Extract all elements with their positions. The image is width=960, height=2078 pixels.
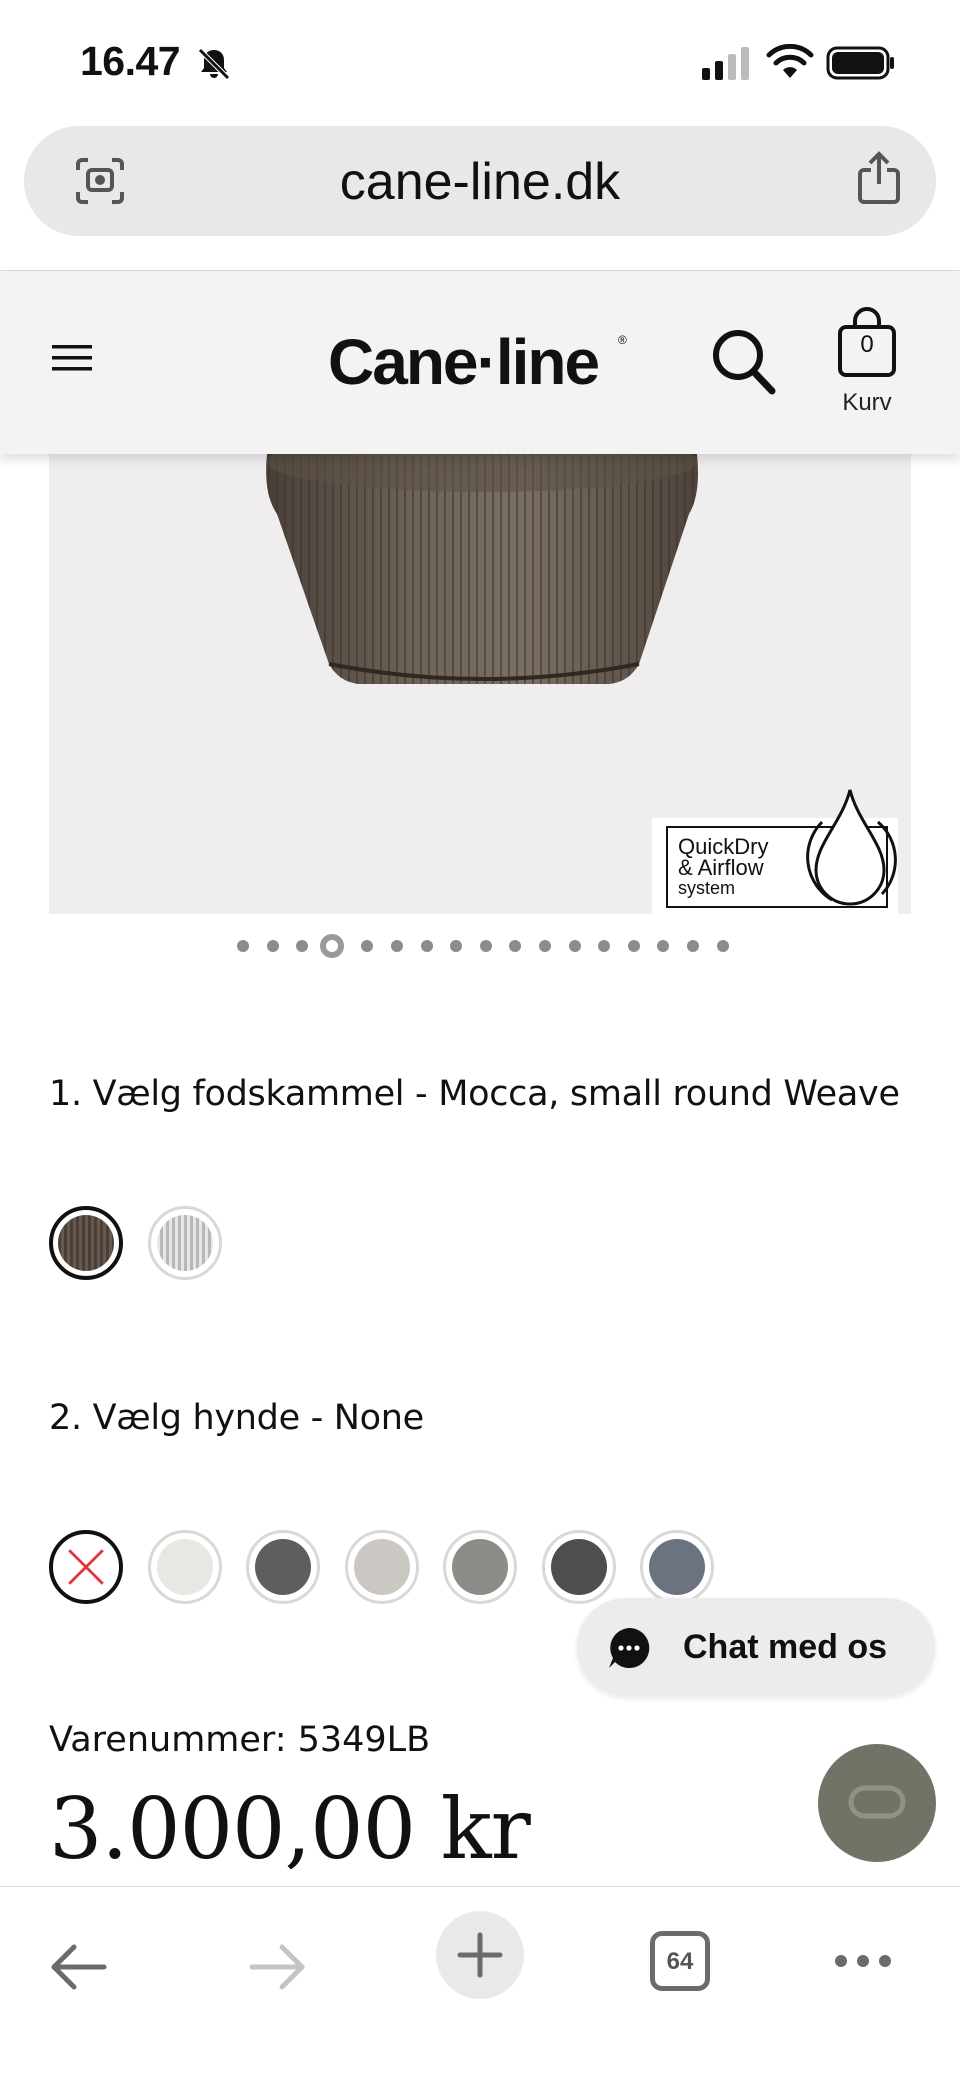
assistant-button[interactable] [818,1744,936,1862]
forward-icon[interactable] [248,1939,308,1995]
address-bar[interactable]: cane-line.dk [24,126,936,236]
option-cushion-title: 2. Vælg hynde - None [49,1398,424,1438]
status-time: 16.47 [80,38,181,84]
search-icon[interactable] [710,327,778,397]
swatch-color [353,1539,410,1595]
carousel-dot[interactable] [598,940,611,952]
carousel-dot[interactable] [450,940,463,952]
swatch-mid-grey[interactable] [443,1530,517,1604]
swatch-color [58,1215,114,1271]
badge-line-2: & Airflow [678,855,764,880]
site-header: Cane·line ® 0 Kurv [0,270,960,454]
cellular-signal-icon [702,47,749,80]
carousel-dot[interactable] [568,940,581,952]
carousel-dot[interactable] [657,940,670,952]
swatch-color [550,1539,607,1595]
site-logo[interactable]: Cane·line [328,325,600,399]
carousel-dot[interactable] [237,940,249,952]
swatch-charcoal[interactable] [541,1530,616,1604]
url-text[interactable]: cane-line.dk [24,152,936,212]
carousel-dots[interactable] [0,934,960,958]
carousel-dot[interactable] [509,940,522,952]
badge-line-1: QuickDry [678,834,769,859]
back-icon[interactable] [48,1939,108,1995]
none-x-icon [68,1549,104,1585]
carousel-dot[interactable] [479,940,492,952]
carousel-dot[interactable] [296,940,309,952]
tabs-count: 64 [666,1948,694,1975]
price: 3.000,00 kr [49,1780,531,1878]
battery-icon [826,46,894,80]
swatch-white-grey-weave[interactable] [147,1206,222,1280]
water-drop-icon [806,789,897,906]
swatch-blue-grey[interactable] [640,1530,714,1604]
carousel-dot[interactable] [420,940,433,952]
cart-label[interactable]: Kurv [820,389,914,417]
sku: Varenummer: 5349LB [49,1720,431,1760]
product-image[interactable]: QuickDry & Airflow system [49,454,911,914]
carousel-dot[interactable] [266,940,279,952]
share-icon[interactable] [854,150,904,206]
cart-count: 0 [860,331,874,358]
carousel-dot[interactable] [687,940,699,952]
swatch-dark-grey[interactable] [246,1530,320,1604]
tabs-button[interactable]: 64 [650,1931,710,1991]
quickdry-badge: QuickDry & Airflow system [652,789,898,914]
carousel-dot[interactable] [627,940,640,952]
swatch-mocca-weave[interactable] [49,1206,123,1280]
quickdry-text: QuickDry & Airflow system [678,836,768,899]
chat-label: Chat med os [683,1628,888,1666]
plus-icon [457,1932,503,1978]
carousel-dot[interactable] [539,940,551,952]
swatch-color [255,1539,311,1595]
carousel-dot[interactable] [361,940,374,952]
swatch-color [58,1539,114,1595]
badge-line-3: system [678,878,736,898]
browser-toolbar: 64 [0,1886,960,2078]
carousel-dot[interactable] [391,940,403,952]
chat-button[interactable]: Chat med os [577,1598,935,1696]
carousel-dot[interactable] [319,934,344,958]
carousel-dot[interactable] [716,940,729,952]
swatch-color [156,1215,213,1271]
new-tab-button[interactable] [436,1911,524,1999]
swatch-color [452,1539,508,1595]
link-icon [848,1785,906,1819]
more-icon[interactable] [832,1951,894,1971]
wifi-icon [766,44,814,78]
status-bar: 16.47 [0,0,960,124]
swatch-color [156,1539,213,1595]
option-footstool-title: 1. Vælg fodskammel - Mocca, small round … [49,1074,900,1114]
menu-icon[interactable] [52,341,92,375]
swatch-none[interactable] [49,1530,123,1604]
logo-registered-mark: ® [618,333,627,347]
chat-icon [609,1627,650,1668]
swatch-light-white[interactable] [147,1530,222,1604]
swatch-color [649,1539,705,1595]
swatch-light-grey[interactable] [344,1530,419,1604]
bell-slash-icon [198,48,230,80]
